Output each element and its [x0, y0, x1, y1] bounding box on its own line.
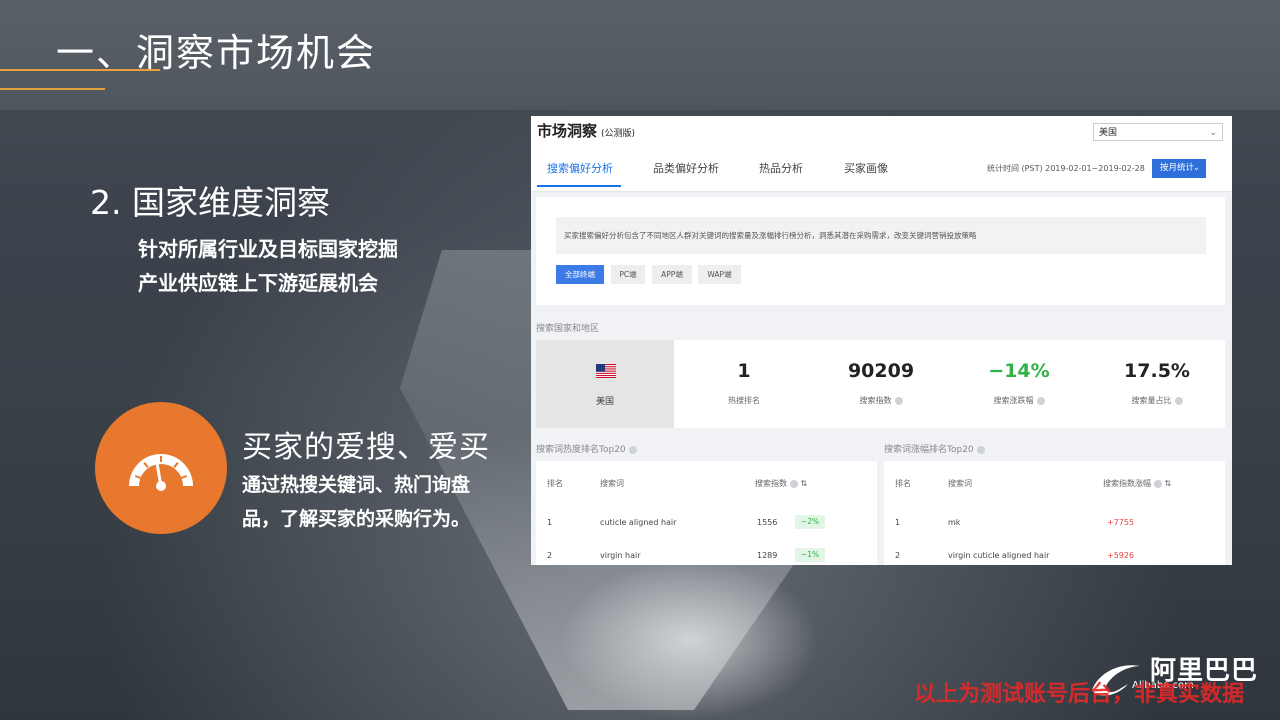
chip-wap[interactable]: WAP端	[698, 265, 741, 284]
metric-change-label: 搜索涨跌幅	[949, 395, 1089, 406]
tab-category-preference[interactable]: 品类偏好分析	[653, 160, 719, 176]
page-title: 市场洞察 (公测版)	[537, 122, 636, 140]
tab-search-preference[interactable]: 搜索偏好分析	[547, 160, 613, 176]
region-selected: 美国	[536, 340, 674, 428]
metric-change-value: −14%	[988, 360, 1050, 382]
feature-icon-circle	[95, 402, 227, 534]
help-icon[interactable]	[894, 396, 903, 405]
table-header-index[interactable]: 搜索指数 ⇅	[755, 478, 807, 489]
metric-search-index-value: 90209	[847, 360, 915, 382]
region-card[interactable]: 美国 1 热搜排名 90209 搜索指数 −14% 搜索涨跌幅 17.5% 搜索…	[536, 340, 1225, 428]
screenshot-header: 市场洞察 (公测版) 美国 ⌄ 搜索偏好分析 品类偏好分析 热品分析 买家画像 统计…	[531, 116, 1232, 192]
table-cell-term[interactable]: cuticle aligned hair	[600, 518, 676, 527]
region-section-label: 搜索国家和地区	[536, 324, 600, 334]
metric-share-value: 17.5%	[1124, 360, 1190, 382]
hot-table-label: 搜索词热度排名Top20	[536, 442, 637, 455]
title-underline	[0, 69, 160, 71]
chevron-down-icon: ⌄	[1209, 128, 1217, 138]
table-header-rank: 排名	[547, 479, 563, 488]
feature-description: 通过热搜关键词、热门询盘品，了解买家的采购行为。	[242, 474, 471, 530]
metric-hot-rank-label: 热搜排名	[728, 396, 760, 405]
chip-app[interactable]: APP端	[652, 265, 692, 284]
chip-pc[interactable]: PC端	[611, 265, 645, 284]
table-cell-rank: 2	[895, 551, 901, 560]
table-header-index-change[interactable]: 搜索指数涨幅 ⇅	[1103, 478, 1171, 489]
table-cell-rank: 1	[547, 518, 553, 527]
metric-hot-rank-value: 1	[737, 360, 751, 382]
search-preference-card: 买家搜索偏好分析包含了不同地区人群对关键词的搜索量及涨幅排行榜分析，洞悉其潜在采…	[536, 197, 1225, 305]
change-badge: −2%	[795, 515, 825, 529]
beta-tag: (公测版)	[601, 129, 636, 139]
us-flag-icon	[596, 364, 616, 378]
help-icon[interactable]	[1154, 479, 1162, 488]
table-cell-change: +7755	[1107, 518, 1135, 527]
speedometer-icon	[129, 454, 193, 491]
table-cell-index: 1556	[757, 518, 778, 527]
section-subtitle: 针对所属行业及目标国家挖掘产业供应链上下游延展机会	[138, 237, 398, 295]
table-header-term: 搜索词	[600, 479, 624, 488]
help-icon[interactable]	[790, 479, 798, 488]
metric-search-index-label: 搜索指数	[811, 395, 951, 406]
table-cell-rank: 1	[895, 518, 901, 527]
help-icon[interactable]	[1174, 396, 1183, 405]
test-account-watermark: 以上为测试账号后台，非真实数据	[914, 682, 1245, 707]
help-icon[interactable]	[976, 445, 985, 454]
table-cell-change: +5926	[1107, 551, 1135, 560]
chevron-down-icon: ⌄	[1192, 163, 1200, 173]
rise-table-label: 搜索词涨幅排名Top20	[884, 442, 985, 455]
active-tab-indicator	[537, 185, 621, 187]
table-cell-term[interactable]: mk	[948, 518, 960, 527]
help-icon[interactable]	[628, 445, 637, 454]
info-text: 买家搜索偏好分析包含了不同地区人群对关键词的搜索量及涨幅排行榜分析，洞悉其潜在采…	[556, 217, 1206, 254]
country-select[interactable]: 美国 ⌄	[1093, 123, 1223, 141]
market-insight-screenshot: 市场洞察 (公测版) 美国 ⌄ 搜索偏好分析 品类偏好分析 热品分析 买家画像 统计…	[531, 116, 1232, 565]
help-icon[interactable]	[1036, 396, 1045, 405]
metric-share-label: 搜索量占比	[1087, 395, 1227, 406]
hot-search-table: 排名 搜索词 搜索指数 ⇅ 1 cuticle aligned hair 155…	[536, 461, 877, 565]
table-cell-term[interactable]: virgin hair	[600, 551, 641, 560]
section-heading: 2. 国家维度洞察	[90, 183, 330, 222]
tab-buyer-profile[interactable]: 买家画像	[844, 160, 888, 176]
sort-icon[interactable]: ⇅	[801, 479, 808, 488]
tab-hot-products[interactable]: 热品分析	[759, 160, 803, 176]
table-cell-rank: 2	[547, 551, 553, 560]
chip-all-terminals[interactable]: 全部终端	[556, 265, 604, 284]
monthly-stat-button[interactable]: 按月统计 ⌄	[1152, 159, 1206, 178]
region-name: 美国	[595, 397, 614, 407]
table-cell-term[interactable]: virgin cuticle aligned hair	[948, 551, 1049, 560]
table-header-rank: 排名	[895, 479, 911, 488]
sort-icon[interactable]: ⇅	[1165, 479, 1172, 488]
title-underline-secondary	[0, 88, 105, 90]
table-cell-index: 1289	[757, 551, 778, 560]
feature-title: 买家的爱搜、爱买	[242, 430, 490, 465]
rise-search-table: 排名 搜索词 搜索指数涨幅 ⇅ 1 mk +7755 2 virgin cuti…	[884, 461, 1225, 565]
change-badge: −1%	[795, 548, 825, 562]
ship-wake-image	[560, 560, 820, 720]
table-header-term: 搜索词	[948, 479, 972, 488]
stat-time: 统计时间 (PST) 2019-02-01~2019-02-28	[987, 164, 1145, 173]
